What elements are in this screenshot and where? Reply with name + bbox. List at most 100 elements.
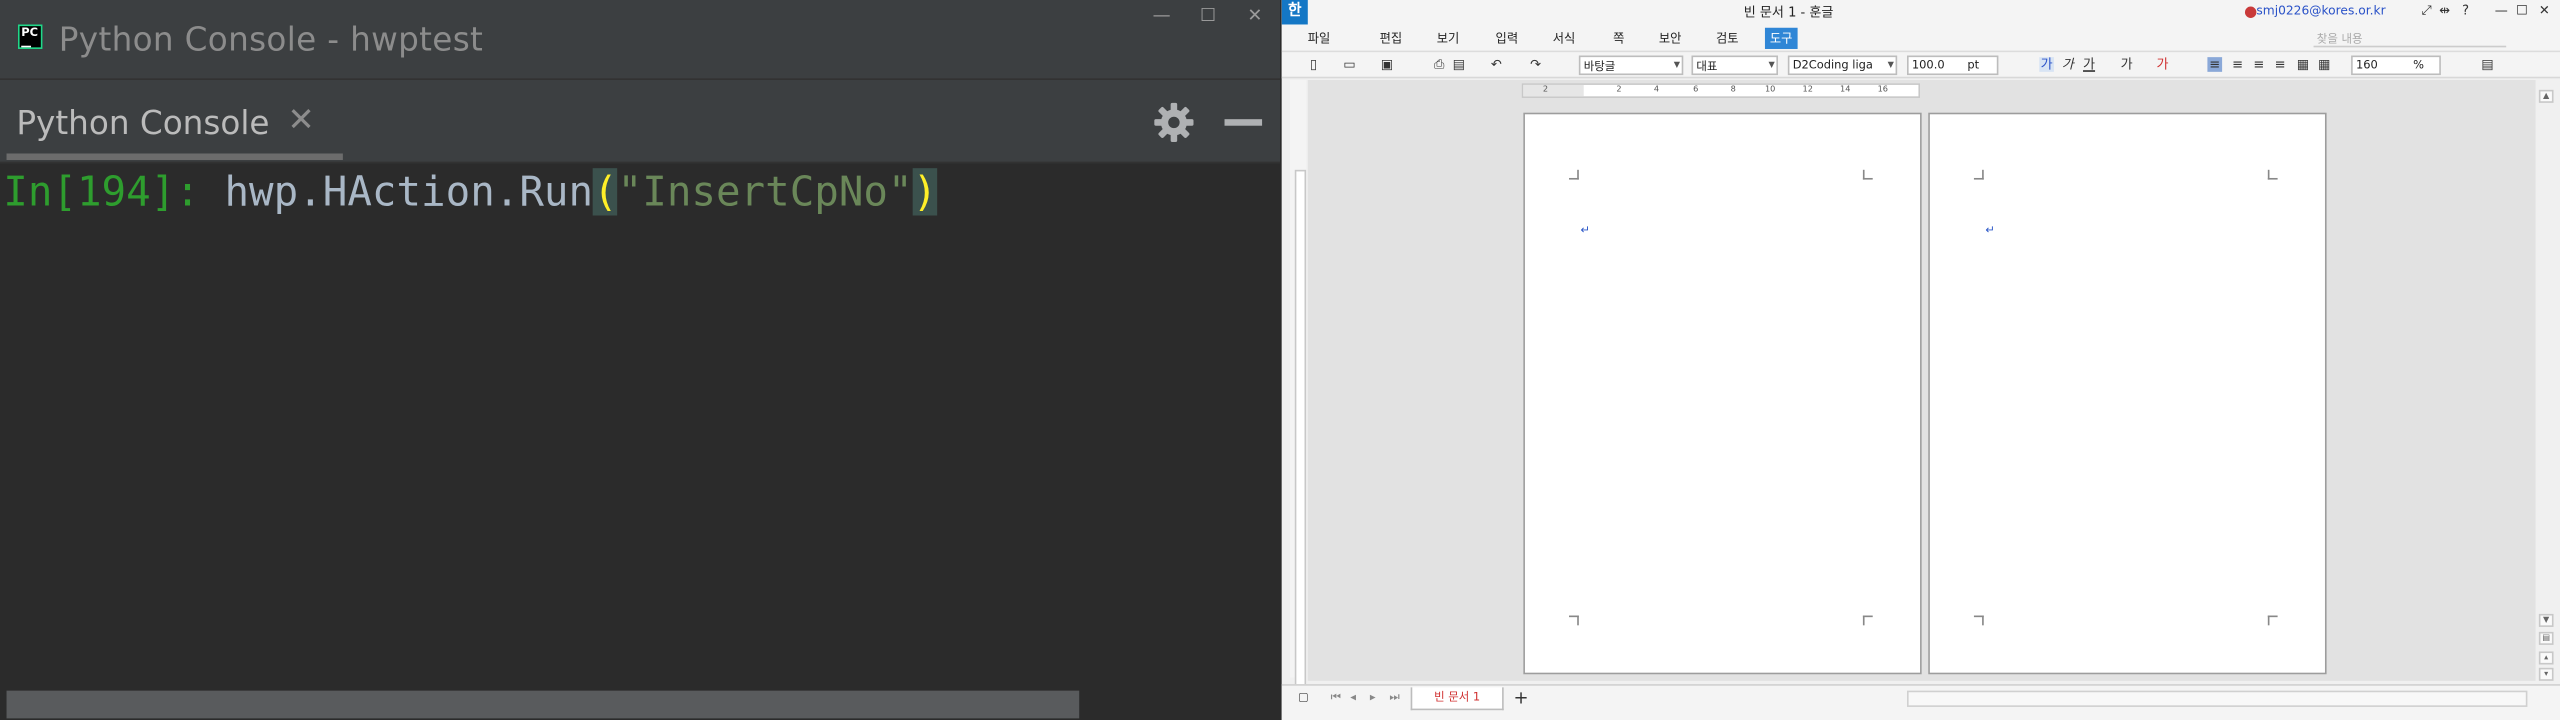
save-icon[interactable]: ▣ bbox=[1380, 57, 1395, 72]
preview-icon[interactable]: ▤ bbox=[1451, 57, 1466, 72]
user-account[interactable]: smj0226@kores.or.kr bbox=[2256, 3, 2385, 18]
search-input[interactable]: 찾을 내용 bbox=[2313, 31, 2507, 48]
minimize-button[interactable]: — bbox=[2495, 3, 2508, 18]
gear-icon[interactable] bbox=[1153, 101, 1195, 143]
menu-page[interactable]: 쪽 bbox=[1613, 29, 1624, 47]
zoom-unit: % bbox=[2413, 58, 2424, 72]
font-size-unit: pt bbox=[1967, 58, 1980, 72]
ruler-number: 6 bbox=[1693, 84, 1699, 95]
align-center-icon[interactable]: ≡ bbox=[2251, 57, 2266, 72]
ruler-number: 10 bbox=[1764, 84, 1776, 95]
vertical-ruler bbox=[1289, 80, 1307, 720]
menu-view[interactable]: 보기 bbox=[1437, 29, 1460, 47]
margin-corner bbox=[1862, 615, 1873, 626]
scrollbar-thumb[interactable] bbox=[6, 690, 1080, 719]
paren-close: ) bbox=[912, 168, 938, 216]
zoom-value: 160 bbox=[2355, 58, 2378, 72]
style-select[interactable]: 바탕글 ▼ bbox=[1578, 55, 1684, 76]
horizontal-scrollbar[interactable] bbox=[1906, 690, 2528, 707]
font-size-input[interactable]: 100.0 pt bbox=[1906, 55, 1999, 76]
menu-format[interactable]: 서식 bbox=[1553, 29, 1576, 47]
paren-open: ( bbox=[593, 168, 618, 216]
add-tab-button[interactable]: + bbox=[1514, 687, 1529, 708]
layout-icon[interactable]: ▤ bbox=[2480, 57, 2495, 72]
margin-corner bbox=[2267, 615, 2278, 626]
fullscreen-button[interactable]: ⤢ bbox=[2421, 3, 2431, 19]
italic-button[interactable]: 가 bbox=[2060, 57, 2075, 72]
font-value: D2Coding liga bbox=[1792, 58, 1873, 72]
ruler-number: 12 bbox=[1802, 84, 1813, 95]
next-page-icon[interactable]: ▾ bbox=[2538, 667, 2554, 681]
minimize-button[interactable]: — bbox=[1153, 5, 1171, 26]
font-select[interactable]: D2Coding liga ▼ bbox=[1787, 55, 1898, 76]
maximize-button[interactable]: ☐ bbox=[1200, 5, 1216, 26]
console-title-bar: PC Python Console - hwptest — ☐ ✕ bbox=[0, 0, 1281, 81]
align-divide-icon[interactable]: ▦ bbox=[2317, 57, 2332, 72]
scroll-up-arrow-icon[interactable]: ▲ bbox=[2538, 89, 2554, 103]
ruler-number: 16 bbox=[1877, 84, 1889, 95]
align-distribute-icon[interactable]: ▦ bbox=[2296, 57, 2311, 72]
language-value: 대표 bbox=[1696, 60, 1718, 74]
menu-security[interactable]: 보안 bbox=[1659, 29, 1682, 47]
underline-button[interactable]: 가 bbox=[2082, 57, 2097, 72]
strikethrough-button[interactable]: 가 bbox=[2119, 57, 2134, 72]
vertical-ruler-track bbox=[1294, 169, 1307, 720]
document-page[interactable]: ↵ bbox=[1523, 112, 1922, 675]
scroll-down-arrow-icon[interactable]: ▼ bbox=[2538, 613, 2554, 627]
hide-panel-button[interactable] bbox=[1224, 119, 1263, 126]
user-icon bbox=[2244, 6, 2257, 18]
menu-edit[interactable]: 편집 bbox=[1380, 29, 1403, 47]
prev-page-icon[interactable]: ▴ bbox=[2538, 651, 2554, 665]
string-argument: "InsertCpNo" bbox=[617, 168, 913, 216]
zoom-select[interactable]: 160% bbox=[2351, 55, 2441, 76]
document-tab[interactable]: 빈 문서 1 bbox=[1410, 687, 1504, 711]
align-justify-icon[interactable]: ≡ bbox=[2207, 57, 2223, 72]
next-tab-icon[interactable]: ▸ bbox=[1370, 691, 1376, 704]
help-button[interactable]: ? bbox=[2462, 3, 2469, 18]
ruler-number: 14 bbox=[1840, 84, 1851, 95]
active-tab-indicator bbox=[6, 153, 343, 161]
hwp-window: 한 빈 문서 1 - 훈글 smj0226@kores.or.kr ⤢ ⇹ ? … bbox=[1281, 0, 2560, 720]
menu-file[interactable]: 파일 bbox=[1308, 29, 1331, 47]
redo-icon[interactable]: ↷ bbox=[1528, 57, 1543, 72]
hwp-status-bar: ▢ ⏮ ◂ ▸ ⏭ 빈 문서 1 + bbox=[1281, 684, 2560, 720]
vertical-scrollbar[interactable]: ▲ ▼ ▤ ▴ ▾ bbox=[2535, 80, 2560, 685]
menu-insert[interactable]: 입력 bbox=[1496, 29, 1519, 47]
last-tab-icon[interactable]: ⏭ bbox=[1389, 691, 1399, 706]
margin-corner bbox=[1973, 615, 1984, 626]
close-button[interactable]: ✕ bbox=[1247, 5, 1262, 26]
align-right-icon[interactable]: ≡ bbox=[2273, 57, 2288, 72]
margin-corner bbox=[2267, 169, 2278, 180]
document-page[interactable]: ↵ bbox=[1928, 112, 2327, 675]
ruler-margin bbox=[1523, 84, 1584, 97]
undo-icon[interactable]: ↶ bbox=[1489, 57, 1504, 72]
horizontal-ruler: 2 2 4 6 8 10 12 14 16 bbox=[1521, 83, 1921, 98]
split-button[interactable]: ⇹ bbox=[2439, 3, 2450, 18]
tab-python-console[interactable]: Python Console ✕ bbox=[0, 80, 343, 163]
align-left-icon[interactable]: ≡ bbox=[2230, 57, 2245, 72]
maximize-button[interactable]: ☐ bbox=[2516, 3, 2528, 18]
horizontal-scrollbar[interactable] bbox=[0, 688, 1281, 720]
paragraph-mark: ↵ bbox=[1580, 223, 1591, 237]
console-tool-header: Python Console ✕ bbox=[0, 80, 1281, 164]
language-select[interactable]: 대표 ▼ bbox=[1691, 55, 1779, 76]
console-prompt: In[194]: bbox=[3, 168, 200, 216]
margin-corner bbox=[1862, 169, 1873, 180]
tab-view-icon[interactable]: ▢ bbox=[1298, 691, 1309, 704]
prev-tab-icon[interactable]: ◂ bbox=[1350, 691, 1356, 704]
ruler-number: 4 bbox=[1653, 84, 1660, 95]
console-input-line[interactable]: In[194]: hwp.HAction.Run("InsertCpNo") bbox=[3, 165, 937, 221]
page-view-icon[interactable]: ▤ bbox=[2538, 631, 2554, 645]
open-folder-icon[interactable]: ▭ bbox=[1342, 57, 1357, 72]
menu-tools[interactable]: 도구 bbox=[1764, 27, 1798, 49]
close-button[interactable]: ✕ bbox=[2539, 3, 2550, 18]
menu-review[interactable]: 검토 bbox=[1716, 29, 1739, 47]
font-color-button[interactable]: 가 bbox=[2155, 57, 2170, 72]
document-area[interactable]: 2 2 4 6 8 10 12 14 16 ↵ ↵ bbox=[1307, 80, 2536, 681]
new-document-icon[interactable]: ▯ bbox=[1306, 57, 1321, 72]
hwp-logo-icon: 한 bbox=[1281, 0, 1308, 25]
first-tab-icon[interactable]: ⏮ bbox=[1331, 691, 1341, 706]
print-icon[interactable]: ⎙ bbox=[1432, 57, 1447, 72]
bold-button[interactable]: 가 bbox=[2039, 57, 2054, 72]
tab-close-icon[interactable]: ✕ bbox=[287, 100, 314, 139]
